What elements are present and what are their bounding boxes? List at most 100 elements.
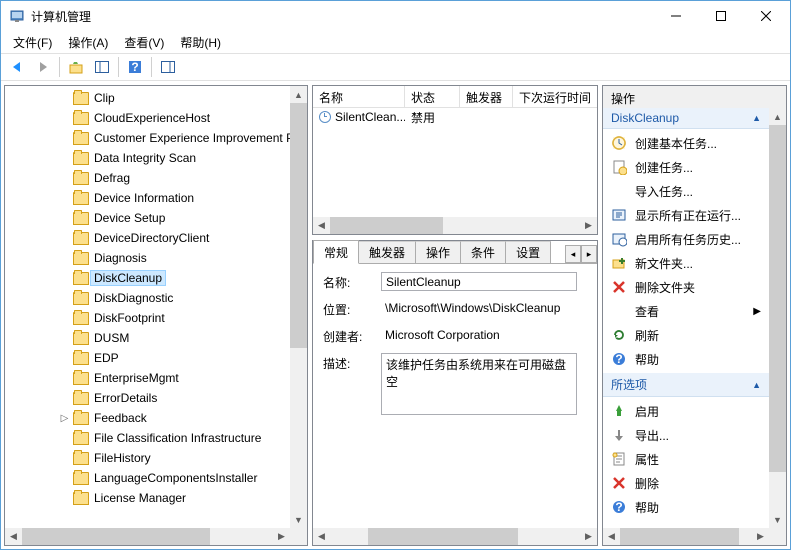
tree-item[interactable]: EDP xyxy=(5,348,290,368)
minimize-button[interactable] xyxy=(653,2,698,30)
close-button[interactable] xyxy=(743,2,788,30)
action-label: 启用 xyxy=(635,403,659,420)
action-item[interactable]: 启用所有任务历史... xyxy=(603,227,769,251)
tree-item[interactable]: Defrag xyxy=(5,168,290,188)
author-value: Microsoft Corporation xyxy=(381,326,577,345)
action-item[interactable]: 显示所有正在运行... xyxy=(603,203,769,227)
tree-item[interactable]: Diagnosis xyxy=(5,248,290,268)
tab-settings[interactable]: 设置 xyxy=(505,241,551,264)
task-list[interactable]: 名称 状态 触发器 下次运行时间 SilentClean... 禁用 ◀ ▶ xyxy=(312,85,598,235)
scroll-left-arrow[interactable]: ◀ xyxy=(313,217,330,234)
action-icon xyxy=(611,427,627,443)
tree-item[interactable]: DeviceDirectoryClient xyxy=(5,228,290,248)
scroll-thumb[interactable] xyxy=(769,125,786,472)
expand-icon[interactable]: ▷ xyxy=(59,413,70,424)
menu-file[interactable]: 文件(F) xyxy=(5,32,60,53)
action-item[interactable]: 新文件夹... xyxy=(603,251,769,275)
column-name[interactable]: 名称 xyxy=(313,86,405,107)
description-field[interactable] xyxy=(381,353,577,415)
tree-item[interactable]: DiskFootprint xyxy=(5,308,290,328)
tree-item-label: LanguageComponentsInstaller xyxy=(94,471,257,485)
tree-item[interactable]: DiskCleanup xyxy=(5,268,290,288)
tab-triggers[interactable]: 触发器 xyxy=(358,241,416,264)
scroll-thumb[interactable] xyxy=(368,528,518,545)
action-item[interactable]: 删除 xyxy=(603,471,769,495)
action-item[interactable]: ?帮助 xyxy=(603,347,769,371)
tree-item[interactable]: File Classification Infrastructure xyxy=(5,428,290,448)
action-item[interactable]: 创建任务... xyxy=(603,155,769,179)
name-field[interactable] xyxy=(381,272,577,291)
action-item[interactable]: 删除文件夹 xyxy=(603,275,769,299)
tab-actions[interactable]: 操作 xyxy=(415,241,461,264)
scroll-down-arrow[interactable]: ▼ xyxy=(290,511,307,528)
show-hide-action-button[interactable] xyxy=(156,56,180,78)
scroll-right-arrow[interactable]: ▶ xyxy=(752,528,769,545)
column-status[interactable]: 状态 xyxy=(405,86,460,107)
tree-item[interactable]: DiskDiagnostic xyxy=(5,288,290,308)
tree-item[interactable]: LanguageComponentsInstaller xyxy=(5,468,290,488)
scroll-thumb[interactable] xyxy=(290,103,307,348)
action-item[interactable]: 导入任务... xyxy=(603,179,769,203)
task-status-cell: 禁用 xyxy=(405,109,460,126)
nav-forward-button[interactable] xyxy=(31,56,55,78)
menu-action[interactable]: 操作(A) xyxy=(60,32,116,53)
scroll-right-arrow[interactable]: ▶ xyxy=(580,217,597,234)
scroll-thumb[interactable] xyxy=(620,528,739,545)
action-item[interactable]: 导出... xyxy=(603,423,769,447)
action-item[interactable]: 查看▶ xyxy=(603,299,769,323)
tree-item[interactable]: Customer Experience Improvement Program xyxy=(5,128,290,148)
tree-item[interactable]: EnterpriseMgmt xyxy=(5,368,290,388)
column-triggers[interactable]: 触发器 xyxy=(460,86,513,107)
scroll-thumb[interactable] xyxy=(22,528,210,545)
nav-back-button[interactable] xyxy=(5,56,29,78)
tree-item[interactable]: License Manager xyxy=(5,488,290,508)
show-hide-tree-button[interactable] xyxy=(90,56,114,78)
scroll-left-arrow[interactable]: ◀ xyxy=(603,528,620,545)
tree-item[interactable]: DUSM xyxy=(5,328,290,348)
horizontal-scrollbar[interactable]: ◀ ▶ xyxy=(313,217,597,234)
scroll-left-arrow[interactable]: ◀ xyxy=(5,528,22,545)
tree-item[interactable]: Data Integrity Scan xyxy=(5,148,290,168)
tab-scroll-left[interactable]: ◂ xyxy=(565,245,581,263)
action-label: 创建基本任务... xyxy=(635,135,717,152)
tree-item[interactable]: Device Information xyxy=(5,188,290,208)
vertical-scrollbar[interactable]: ▲ ▼ xyxy=(290,86,307,528)
scroll-left-arrow[interactable]: ◀ xyxy=(313,528,330,545)
tab-scroll-right[interactable]: ▸ xyxy=(581,245,597,263)
action-item[interactable]: 启用 xyxy=(603,399,769,423)
action-group-header[interactable]: DiskCleanup▲ xyxy=(603,108,769,129)
vertical-scrollbar[interactable]: ▲ ▼ xyxy=(769,108,786,528)
scroll-up-arrow[interactable]: ▲ xyxy=(769,108,786,125)
menu-help[interactable]: 帮助(H) xyxy=(172,32,229,53)
scroll-right-arrow[interactable]: ▶ xyxy=(580,528,597,545)
column-nextrun[interactable]: 下次运行时间 xyxy=(513,86,597,107)
menu-view[interactable]: 查看(V) xyxy=(116,32,172,53)
maximize-button[interactable] xyxy=(698,2,743,30)
tree-item[interactable]: ErrorDetails xyxy=(5,388,290,408)
help-button[interactable]: ? xyxy=(123,56,147,78)
action-item[interactable]: 创建基本任务... xyxy=(603,131,769,155)
horizontal-scrollbar[interactable]: ◀ ▶ xyxy=(313,528,597,545)
action-group-header[interactable]: 所选项▲ xyxy=(603,373,769,397)
tab-content-general: 名称: 位置: \Microsoft\Windows\DiskCleanup 创… xyxy=(313,263,597,528)
tab-conditions[interactable]: 条件 xyxy=(460,241,506,264)
scroll-thumb[interactable] xyxy=(330,217,443,234)
horizontal-scrollbar[interactable]: ◀ ▶ xyxy=(5,528,290,545)
tree-item[interactable]: CloudExperienceHost xyxy=(5,108,290,128)
action-item[interactable]: 属性 xyxy=(603,447,769,471)
scroll-right-arrow[interactable]: ▶ xyxy=(273,528,290,545)
horizontal-scrollbar[interactable]: ◀ ▶ xyxy=(603,528,769,545)
action-item[interactable]: ?帮助 xyxy=(603,495,769,519)
tab-general[interactable]: 常规 xyxy=(313,240,359,264)
task-row[interactable]: SilentClean... 禁用 xyxy=(313,108,597,126)
tree-item[interactable]: Clip xyxy=(5,88,290,108)
tree-item[interactable]: ▷Feedback xyxy=(5,408,290,428)
up-button[interactable] xyxy=(64,56,88,78)
scroll-up-arrow[interactable]: ▲ xyxy=(290,86,307,103)
tree-item[interactable]: Device Setup xyxy=(5,208,290,228)
tree-item[interactable]: FileHistory xyxy=(5,448,290,468)
action-item[interactable]: 刷新 xyxy=(603,323,769,347)
tree-view[interactable]: ClipCloudExperienceHostCustomer Experien… xyxy=(5,86,307,545)
task-list-header[interactable]: 名称 状态 触发器 下次运行时间 xyxy=(313,86,597,108)
scroll-down-arrow[interactable]: ▼ xyxy=(769,511,786,528)
